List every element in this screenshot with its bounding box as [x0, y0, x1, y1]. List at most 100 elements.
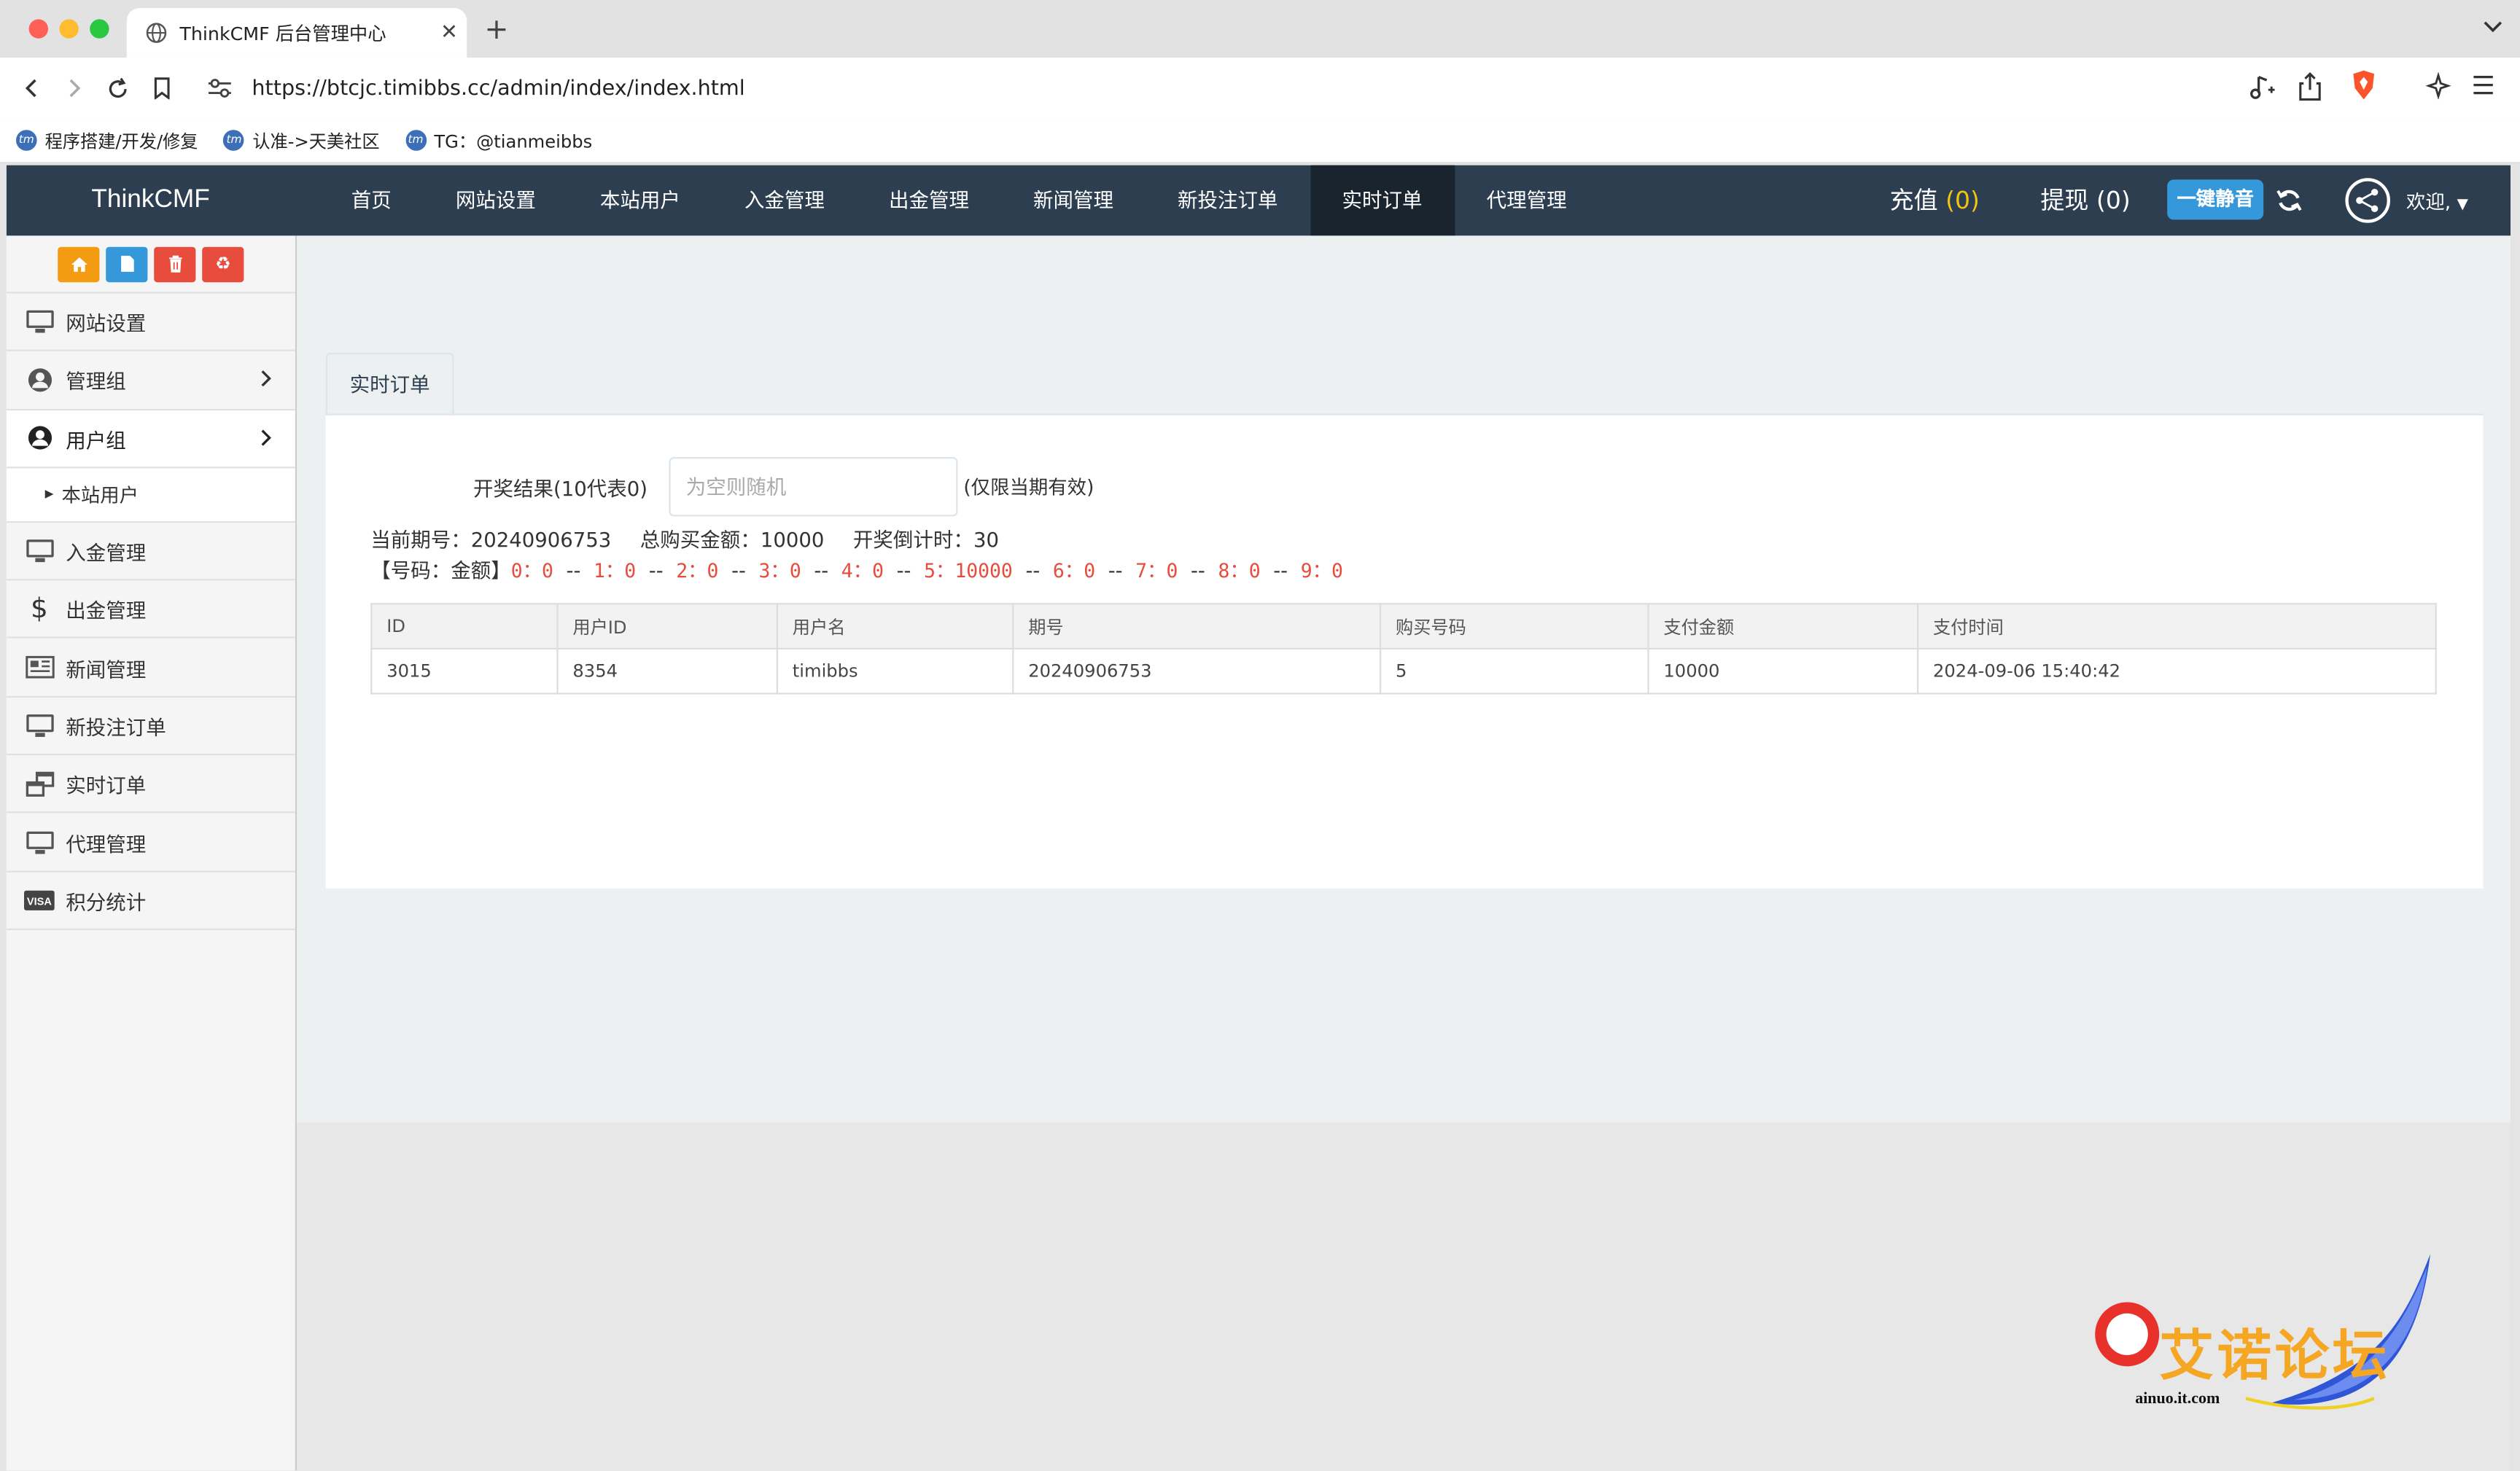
avatar[interactable]: [2345, 178, 2390, 223]
brand-logo[interactable]: ThinkCMF: [91, 165, 209, 236]
withdraw-link[interactable]: 提现 (0): [2040, 165, 2130, 236]
period-value: 20240906753: [470, 527, 612, 552]
recharge-count: (0): [1945, 186, 1980, 215]
table-cell: 10000: [1647, 647, 1919, 695]
table-cell: 3015: [370, 647, 559, 695]
number-amount: 0：0: [510, 559, 553, 582]
menu-item-agents[interactable]: 代理管理: [1455, 165, 1599, 236]
sidebar-item-label: 新闻管理: [66, 657, 147, 682]
menu-item-new-bet-orders[interactable]: 新投注订单: [1146, 165, 1310, 236]
sparkle-icon[interactable]: [2425, 71, 2452, 106]
site-logo-icon: tm: [223, 130, 245, 151]
sidebar-item-news[interactable]: 新闻管理: [6, 639, 295, 698]
chevron-down-icon[interactable]: [2481, 15, 2504, 37]
sidebar: ♻ 网站设置 管理组 用户组 ▶ 本站用户 入金管理 $ 出金管理 新闻管理 新…: [6, 235, 298, 1471]
menu-item-deposits[interactable]: 入金管理: [712, 165, 857, 236]
user-dropdown[interactable]: 欢迎, ▼: [2406, 165, 2468, 243]
top-menu: 首页 网站设置 本站用户 入金管理 出金管理 新闻管理 新投注订单 实时订单 代…: [319, 165, 1599, 236]
table-cell: 20240906753: [1012, 647, 1382, 695]
forward-button[interactable]: [58, 72, 90, 104]
menu-item-news[interactable]: 新闻管理: [1001, 165, 1146, 236]
menu-item-home[interactable]: 首页: [319, 165, 424, 236]
recycle-shortcut-button[interactable]: ♻: [202, 246, 244, 282]
windows-icon: [24, 771, 55, 797]
bookmark-item[interactable]: tm 认准->天美社区: [223, 128, 380, 153]
column-header: 用户名: [776, 603, 1014, 650]
sidebar-item-withdrawals[interactable]: $ 出金管理: [6, 580, 295, 639]
welcome-text: 欢迎,: [2406, 190, 2451, 214]
minimize-window-button[interactable]: [59, 19, 79, 39]
share-icon[interactable]: [2299, 72, 2322, 107]
sidebar-item-admin-group[interactable]: 管理组: [6, 351, 295, 410]
sidebar-item-site-settings[interactable]: 网站设置: [6, 293, 295, 352]
close-window-button[interactable]: [28, 19, 48, 39]
draw-result-input[interactable]: [668, 457, 957, 517]
dollar-icon: $: [30, 593, 48, 625]
menu-item-realtime-orders[interactable]: 实时订单: [1310, 165, 1455, 236]
number-amount: 4：0: [841, 559, 884, 582]
reload-button[interactable]: [101, 72, 133, 104]
maximize-window-button[interactable]: [90, 19, 109, 39]
sidebar-item-user-group[interactable]: 用户组: [6, 410, 295, 469]
column-header: 购买号码: [1380, 603, 1649, 650]
sidebar-item-label: 管理组: [66, 369, 126, 394]
file-shortcut-button[interactable]: [106, 246, 148, 282]
menu-item-withdrawals[interactable]: 出金管理: [857, 165, 1001, 236]
bookmark-label: 程序搭建/开发/修复: [44, 130, 198, 152]
tab-realtime-orders[interactable]: 实时订单: [325, 353, 454, 415]
home-shortcut-button[interactable]: [58, 246, 100, 282]
separator: --: [566, 558, 581, 582]
countdown-value: 30: [973, 527, 999, 552]
number-amount: 2：0: [676, 559, 719, 582]
total-label: 总购买金额：: [639, 527, 761, 552]
caret-down-icon: ▼: [2457, 197, 2468, 214]
sidebar-item-label: 入金管理: [66, 540, 147, 565]
browser-tab[interactable]: ThinkCMF 后台管理中心 ✕: [126, 8, 467, 58]
trash-shortcut-button[interactable]: [154, 246, 196, 282]
menu-item-site-settings[interactable]: 网站设置: [424, 165, 568, 236]
separator: --: [1108, 558, 1123, 582]
back-button[interactable]: [16, 72, 48, 104]
top-navbar: ThinkCMF 首页 网站设置 本站用户 入金管理 出金管理 新闻管理 新投注…: [6, 165, 2511, 236]
recharge-link[interactable]: 充值 (0): [1890, 165, 1980, 236]
close-tab-icon[interactable]: ✕: [432, 21, 467, 45]
shortcut-bar: ♻: [6, 235, 295, 294]
number-amount: 3：0: [758, 559, 801, 582]
sidebar-item-label: 实时订单: [66, 773, 147, 797]
watermark-logo: 艾诺论坛 ainuo.it.com: [2085, 1251, 2438, 1427]
bookmark-item[interactable]: tm 程序搭建/开发/修复: [16, 128, 198, 153]
number-amount: 5：10000: [924, 559, 1013, 582]
bookmark-icon[interactable]: [146, 72, 178, 104]
bookmark-label: TG：@tianmeibbs: [434, 130, 593, 152]
menu-item-users[interactable]: 本站用户: [568, 165, 712, 236]
sidebar-item-label: 网站设置: [66, 311, 147, 336]
url-field[interactable]: https://btcjc.timibbs.cc/admin/index/ind…: [195, 66, 2407, 111]
table-cell: 2024-09-06 15:40:42: [1917, 647, 2437, 695]
site-settings-icon[interactable]: [207, 77, 233, 100]
countdown-label: 开奖倒计时：: [852, 527, 973, 552]
browser-tab-bar: ThinkCMF 后台管理中心 ✕ +: [0, 0, 2520, 58]
sidebar-item-points-stats[interactable]: VISA 积分统计: [6, 872, 295, 930]
number-amount: 8：0: [1218, 559, 1261, 582]
separator: --: [648, 558, 664, 582]
separator: --: [731, 558, 746, 582]
sidebar-item-label: 积分统计: [66, 889, 147, 914]
sidebar-item-new-bet-orders[interactable]: 新投注订单: [6, 697, 295, 756]
number-amounts: 【号码：金额】0：0 -- 1：0 -- 2：0 -- 3：0 -- 4：0 -- 5：10000-…: [370, 553, 1343, 584]
refresh-icon[interactable]: [2276, 187, 2302, 213]
tab-title: ThinkCMF 后台管理中心: [179, 21, 386, 44]
hamburger-menu-icon[interactable]: [2470, 72, 2496, 103]
caret-right-icon: ▶: [44, 488, 54, 502]
new-tab-button[interactable]: +: [484, 13, 508, 47]
media-icon[interactable]: [2249, 72, 2275, 107]
draw-result-label: 开奖结果(10代表0): [473, 476, 648, 501]
orders-panel: 开奖结果(10代表0) (仅限当期有效) 当前期号：20240906753总购买…: [325, 415, 2484, 889]
sidebar-item-deposits[interactable]: 入金管理: [6, 522, 295, 581]
sidebar-item-agents[interactable]: 代理管理: [6, 813, 295, 873]
mute-all-button[interactable]: 一键静音: [2167, 179, 2264, 220]
home-icon: [70, 257, 87, 271]
bookmark-item[interactable]: tm TG：@tianmeibbs: [405, 128, 592, 153]
sidebar-subitem-site-users[interactable]: ▶ 本站用户: [6, 468, 295, 523]
sidebar-item-realtime-orders[interactable]: 实时订单: [6, 755, 295, 814]
brave-shield-icon[interactable]: [2350, 69, 2377, 108]
